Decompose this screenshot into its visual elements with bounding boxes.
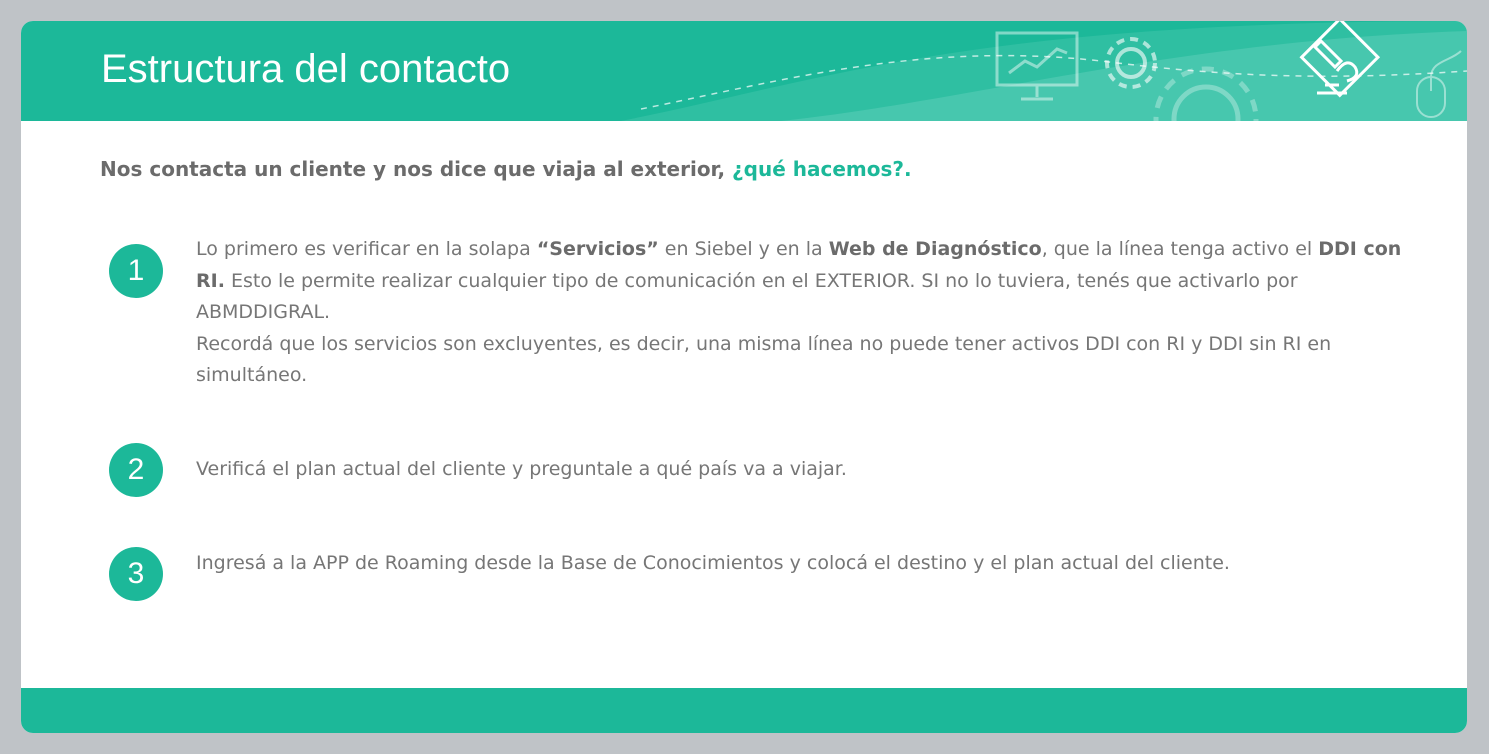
step-2-text: Verificá el plan actual del cliente y pr… [196,458,847,480]
step-1-badge: 1 [109,244,163,298]
step-1-web-diagnostico: Web de Diagnóstico [828,238,1042,260]
step-1-text-part: Esto le permite realizar cualquier tipo … [196,269,1298,324]
step-2-badge: 2 [109,443,163,497]
slide: Estructura del contacto Nos contacta un … [21,21,1467,733]
page-title: Estructura del contacto [101,47,511,91]
step-1-text: Lo primero es verificar en la solapa “Se… [196,234,1406,392]
step-1-text-part: Lo primero es verificar en la solapa [196,238,537,260]
intro-question-text: Nos contacta un cliente y nos dice que v… [100,157,733,181]
footer-bar [21,688,1467,733]
step-1-servicios: “Servicios” [536,238,659,260]
intro-question-accent: ¿qué hacemos?. [732,157,912,181]
step-1-reminder: Recordá que los servicios son excluyente… [196,332,1332,387]
step-1-text-part: en Siebel y en la [658,238,829,260]
step-1-text-part: , que la línea tenga activo el [1041,238,1319,260]
intro-question: Nos contacta un cliente y nos dice que v… [100,157,912,181]
step-3-badge: 3 [109,547,163,601]
step-3-text: Ingresá a la APP de Roaming desde la Bas… [196,552,1230,574]
header-banner: Estructura del contacto [21,21,1467,121]
